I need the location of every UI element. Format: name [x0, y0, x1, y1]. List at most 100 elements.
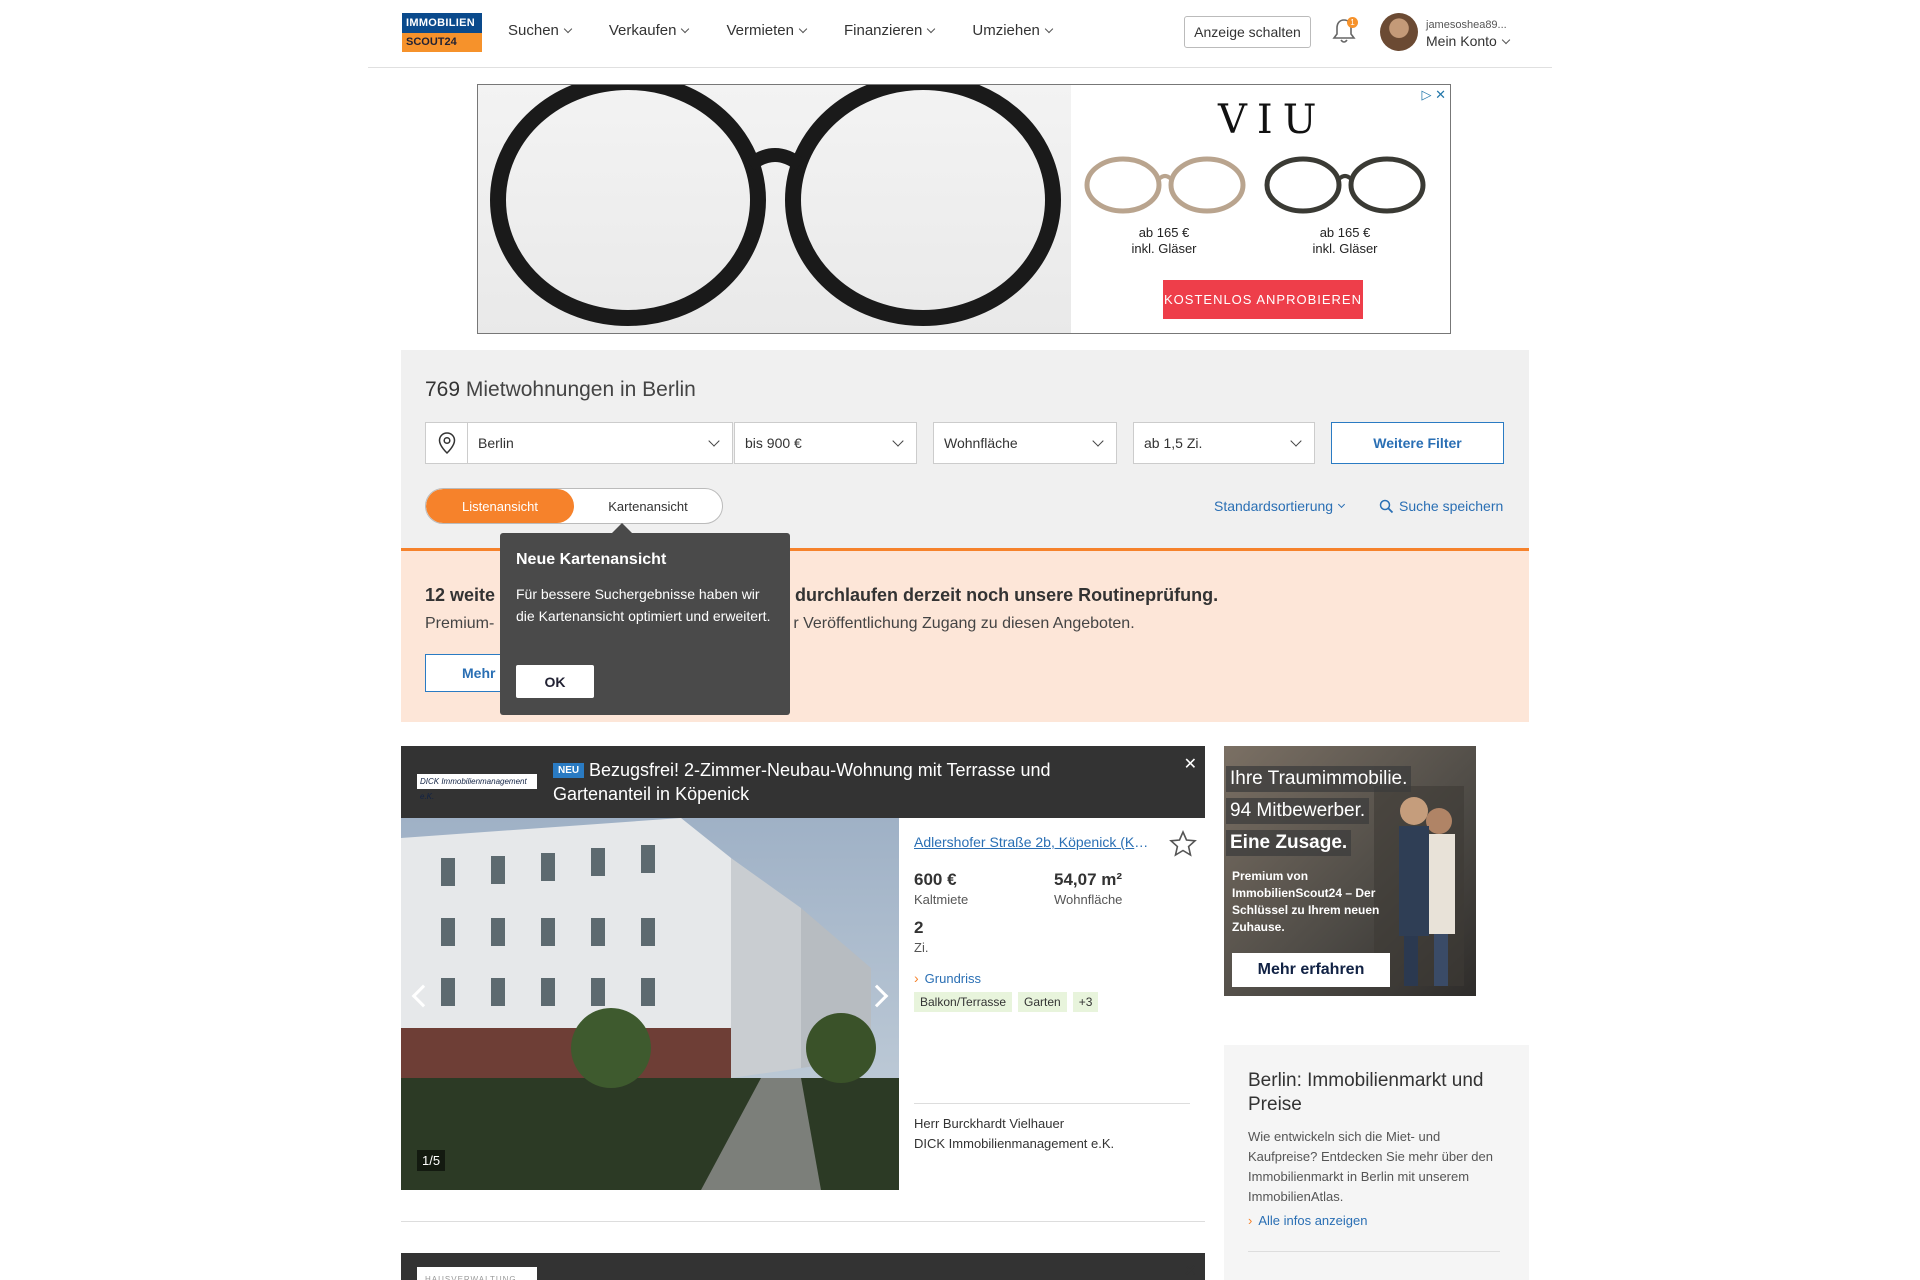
realtor-logo: DICK Immobilienmanagement e.K.	[417, 774, 537, 801]
listing-header-2[interactable]: HAUSVERWALTUNG ✕	[401, 1253, 1205, 1280]
chevron-down-icon	[708, 435, 720, 447]
glasses-icon	[1084, 156, 1246, 214]
ad-cta-button[interactable]: KOSTENLOS ANPROBIEREN	[1163, 280, 1363, 319]
nav-verkaufen[interactable]: Verkaufen	[608, 22, 690, 39]
location-pin-icon	[426, 423, 468, 463]
area-value: Wohnfläche	[944, 435, 1018, 451]
realtor-logo-2: HAUSVERWALTUNG	[417, 1267, 537, 1280]
avatar[interactable]	[1380, 13, 1418, 51]
market-more-link[interactable]: › Alle infos anzeigen	[1248, 1213, 1505, 1228]
tag-garten: Garten	[1018, 992, 1067, 1012]
ad-choices-close[interactable]: ▷ ✕	[1421, 87, 1446, 103]
close-icon[interactable]: ✕	[1184, 754, 1197, 774]
more-filters-button[interactable]: Weitere Filter	[1331, 422, 1504, 464]
promo-subtext: Premium von ImmobilienScout24 – Der Schl…	[1232, 869, 1380, 934]
listing-header[interactable]: DICK Immobilienmanagement e.K. Bezugsfre…	[401, 746, 1205, 818]
tag-balkon: Balkon/Terrasse	[914, 992, 1013, 1012]
rent-label: Kaltmiete	[914, 892, 969, 907]
image-counter: 1/5	[417, 1150, 446, 1171]
nav-vermieten[interactable]: Vermieten	[726, 22, 808, 39]
grundriss-label: Grundriss	[924, 970, 982, 986]
chevron-down-icon	[798, 24, 808, 34]
rooms-select[interactable]: ab 1,5 Zi.	[1133, 422, 1315, 464]
search-icon	[1379, 499, 1394, 513]
chevron-down-icon	[1092, 435, 1104, 447]
rent-value: 600 €	[914, 870, 957, 889]
nav-finanzieren-label: Finanzieren	[843, 22, 923, 39]
save-search-label: Suche speichern	[1399, 498, 1504, 514]
promo-line-1: Ihre Traumimmobilie.	[1226, 766, 1412, 792]
sort-dropdown[interactable]: Standardsortierung	[1214, 498, 1346, 514]
logo-bottom-text: SCOUT24	[402, 33, 482, 52]
chevron-down-icon	[927, 24, 936, 34]
chevron-down-icon	[563, 24, 573, 34]
nav-verkaufen-label: Verkaufen	[608, 22, 677, 39]
account-menu[interactable]: Mein Konto	[1426, 33, 1511, 49]
listing-details: Adlershofer Straße 2b, Köpenick (Köpenic…	[899, 818, 1205, 1190]
listing-title[interactable]: Bezugsfrei! 2-Zimmer-Neubau-Wohnung mit …	[553, 758, 1153, 806]
search-panel: 769 Mietwohnungen in Berlin Berlin bis 9…	[401, 350, 1529, 550]
results-title: 769 Mietwohnungen in Berlin	[425, 378, 696, 402]
listing-image[interactable]: 1/5	[401, 818, 899, 1190]
notification-badge: 1	[1347, 17, 1358, 28]
chevron-down-icon	[681, 24, 690, 34]
nav-vermieten-label: Vermieten	[726, 22, 794, 39]
grundriss-link[interactable]: › Grundriss	[914, 970, 981, 986]
ad-price-2-line1: ab 165 €	[1319, 225, 1371, 240]
tooltip-title: Neue Kartenansicht	[516, 551, 667, 568]
results-label: Mietwohnungen in Berlin	[465, 378, 696, 401]
ad-price-2: ab 165 € inkl. Gläser	[1285, 225, 1405, 257]
market-info-box: Berlin: Immobilienmarkt und Preise Wie e…	[1224, 1045, 1529, 1280]
building-photo	[401, 818, 899, 1190]
contact-name: Herr Burckhardt Vielhauer	[914, 1116, 1065, 1131]
anzeige-schalten-button[interactable]: Anzeige schalten	[1184, 16, 1311, 48]
nav-umziehen[interactable]: Umziehen	[972, 22, 1054, 39]
chevron-down-icon	[1290, 435, 1302, 447]
promo-line-3: Eine Zusage.	[1226, 830, 1352, 856]
chevron-right-icon: ›	[914, 970, 919, 986]
notice-text-start: Premium-	[425, 615, 495, 632]
ad-price-1-line1: ab 165 €	[1138, 225, 1190, 240]
save-search-link[interactable]: Suche speichern	[1379, 498, 1503, 514]
listing-address-link[interactable]: Adlershofer Straße 2b, Köpenick (Köpenic…	[914, 834, 1154, 850]
map-view-tab[interactable]: Kartenansicht	[574, 489, 722, 523]
price-select[interactable]: bis 900 €	[734, 422, 917, 464]
notice-text-end: r Veröffentlichung Zugang zu diesen Ange…	[793, 615, 1135, 632]
logo-top-text: IMMOBILIEN	[402, 13, 482, 33]
star-icon[interactable]	[1169, 830, 1197, 858]
divider	[1248, 1251, 1500, 1252]
market-title: Berlin: Immobilienmarkt und Preise	[1248, 1070, 1484, 1115]
new-badge: NEU	[553, 763, 585, 778]
tooltip-ok-button[interactable]: OK	[516, 665, 594, 698]
ad-price-1: ab 165 € inkl. Gläser	[1104, 225, 1224, 257]
promo-more-button[interactable]: Mehr erfahren	[1232, 953, 1390, 987]
nav-suchen-label: Suchen	[508, 22, 559, 39]
user-email: jamesoshea89...	[1426, 19, 1507, 31]
chevron-down-icon	[1338, 500, 1346, 509]
contact-company: DICK Immobilienmanagement e.K.	[914, 1136, 1115, 1151]
ad-banner[interactable]: VIU ▷ ✕ ab 165 € inkl. Gläser ab 165 € i…	[477, 84, 1451, 334]
ad-brand-logo: VIU	[1218, 97, 1327, 143]
view-toggle: Listenansicht Kartenansicht	[425, 488, 723, 524]
market-text: Wie entwickeln sich die Miet- und Kaufpr…	[1248, 1129, 1493, 1204]
nav-suchen[interactable]: Suchen	[508, 22, 573, 39]
close-icon[interactable]: ✕	[1184, 1261, 1197, 1280]
premium-promo-banner[interactable]: Ihre Traumimmobilie. 94 Mitbewerber. Ein…	[1224, 746, 1476, 996]
area-select[interactable]: Wohnfläche	[933, 422, 1117, 464]
map-view-tooltip: Neue Kartenansicht Für bessere Suchergeb…	[500, 523, 790, 715]
site-header: IMMOBILIEN SCOUT24 Suchen Verkaufen Verm…	[368, 0, 1552, 68]
notice-title-end: durchlaufen derzeit noch unsere Routinep…	[795, 585, 1219, 605]
location-select[interactable]: Berlin	[425, 422, 733, 464]
ad-price-2-line2: inkl. Gläser	[1312, 241, 1378, 256]
nav-finanzieren[interactable]: Finanzieren	[843, 22, 936, 39]
list-view-tab[interactable]: Listenansicht	[426, 489, 574, 523]
area-label-listing: Wohnfläche	[1054, 892, 1123, 907]
immobilienscout24-logo[interactable]: IMMOBILIEN SCOUT24	[402, 13, 482, 52]
notifications-button[interactable]: 1	[1332, 17, 1358, 45]
rooms-value-listing: 2	[914, 918, 924, 937]
account-label: Mein Konto	[1426, 33, 1497, 49]
contact-info: Herr Burckhardt Vielhauer DICK Immobilie…	[914, 1114, 1114, 1154]
chevron-down-icon	[1501, 35, 1511, 44]
results-count: 769	[425, 378, 461, 401]
glasses-icon	[490, 85, 1061, 326]
